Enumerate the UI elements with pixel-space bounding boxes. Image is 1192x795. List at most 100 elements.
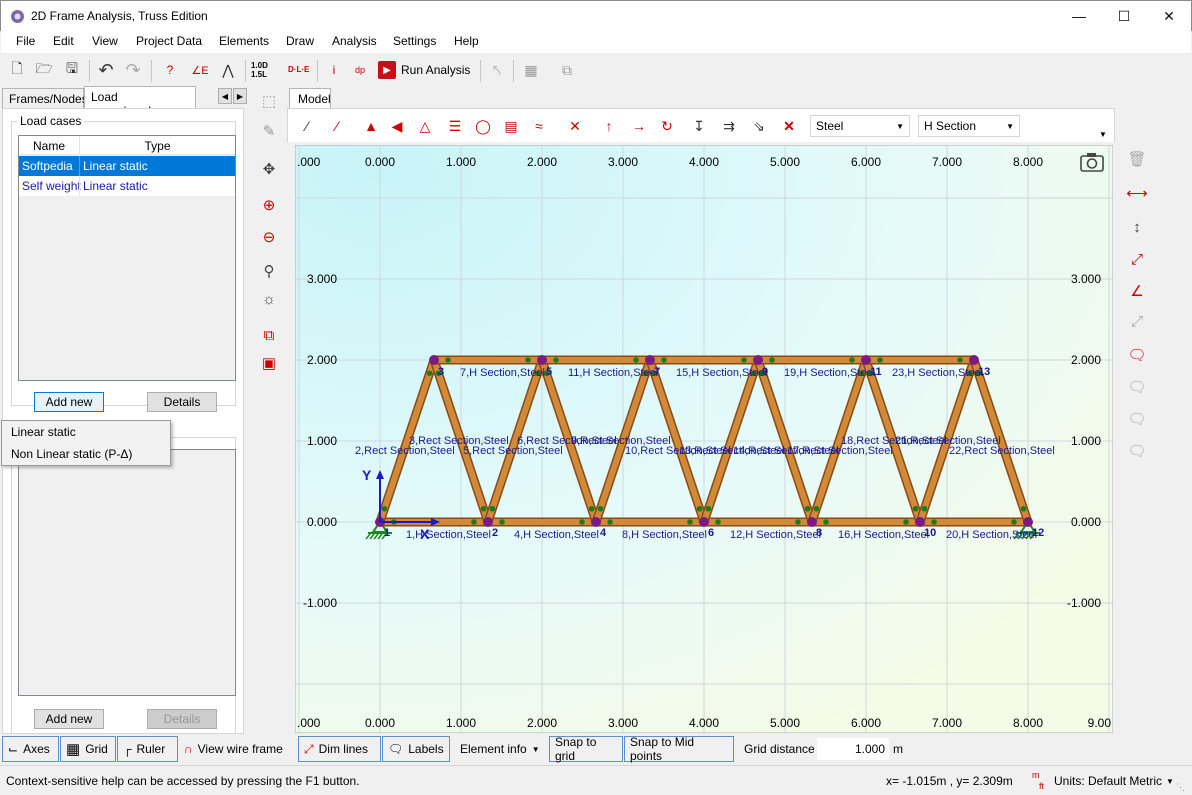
note-arrow-icon[interactable]: 🗨 xyxy=(1126,440,1148,462)
labels-toggle[interactable]: 🗨 Labels xyxy=(382,736,450,762)
trash-icon[interactable]: 🗑 xyxy=(1126,148,1148,170)
wall-support-icon[interactable]: ◀ xyxy=(386,115,408,137)
pin-support-icon[interactable]: ▲ xyxy=(360,115,382,137)
dim-angle-icon[interactable]: ∠ xyxy=(1126,280,1148,302)
note-text-icon[interactable]: 🗨 xyxy=(1126,376,1148,398)
axial-load-icon[interactable]: → xyxy=(628,115,650,137)
fixed-support-icon[interactable]: ☰ xyxy=(444,115,466,137)
run-analysis-label: Run Analysis xyxy=(401,63,471,77)
table-icon[interactable]: ▦ xyxy=(520,59,542,81)
dim-vertical-icon[interactable]: ↕ xyxy=(1126,216,1148,238)
load-case-details-button[interactable]: Details xyxy=(147,392,217,412)
menu-analysis[interactable]: Analysis xyxy=(332,34,377,48)
deformed-shape-icon[interactable]: ⤣ xyxy=(486,59,508,81)
moment-load-icon[interactable]: ↻ xyxy=(656,115,678,137)
snap-grid-toggle[interactable]: Snap to grid xyxy=(549,735,623,763)
member-end-marker xyxy=(1011,519,1017,525)
zoom-window-icon[interactable]: ⚲ xyxy=(258,260,280,282)
menu-file[interactable]: File xyxy=(16,34,35,48)
col-name[interactable]: Name xyxy=(19,139,79,153)
copy-view-icon[interactable]: ⧉ xyxy=(258,324,280,346)
export-icon[interactable]: ▣ xyxy=(258,352,280,374)
section-icon[interactable]: ⋀ xyxy=(217,59,239,81)
menu-project-data[interactable]: Project Data xyxy=(136,34,202,48)
grid-distance-label: Grid distance xyxy=(744,742,815,756)
zoom-extents-icon[interactable]: ☼ xyxy=(258,288,280,310)
axial-distributed-icon[interactable]: ⇉ xyxy=(718,115,740,137)
dim-lines-toggle[interactable]: ⤢ Dim lines xyxy=(298,736,381,762)
axes-toggle[interactable]: ⌙ Axes xyxy=(2,736,59,762)
material-select[interactable]: Steel ▼ xyxy=(810,115,910,137)
minimize-icon[interactable]: — xyxy=(1056,1,1102,31)
open-folder-icon[interactable]: 🗁 xyxy=(33,59,55,81)
table-row[interactable]: Softpedia Linear static xyxy=(19,156,235,176)
save-icon[interactable]: 🖫 xyxy=(61,59,83,81)
dim-horizontal-icon[interactable]: ⟷ xyxy=(1126,182,1148,204)
point-load-icon[interactable]: ↑ xyxy=(598,115,620,137)
toolbar-overflow-icon[interactable]: ▼ xyxy=(1099,130,1107,139)
distributed-load-icon[interactable]: ↧ xyxy=(688,115,710,137)
load-factor-icon[interactable]: 1.0D 1.5L xyxy=(251,61,268,79)
section-select[interactable]: H Section ▼ xyxy=(918,115,1020,137)
edit-icon[interactable]: ✎ xyxy=(258,120,280,142)
inclined-load-icon[interactable]: ⇘ xyxy=(748,115,770,137)
delete-load-icon[interactable]: ✕ xyxy=(778,115,800,137)
info-icon[interactable]: i xyxy=(323,59,345,81)
col-type[interactable]: Type xyxy=(80,139,235,153)
menu-elements[interactable]: Elements xyxy=(219,34,269,48)
menu-edit[interactable]: Edit xyxy=(53,34,74,48)
tab-load-cases[interactable]: Load cases/combos xyxy=(84,86,196,118)
tab-frames-nodes[interactable]: Frames/Nodes xyxy=(2,88,88,108)
menu-item-linear-static[interactable]: Linear static xyxy=(11,425,76,439)
snap-mid-toggle[interactable]: Snap to Mid points xyxy=(624,735,734,763)
element-info-dropdown[interactable]: Element info ▼ xyxy=(455,736,547,762)
dim-edit-icon[interactable]: ⤢ xyxy=(1126,310,1148,332)
spring-support-icon[interactable]: ≈ xyxy=(528,115,550,137)
note-leader-icon[interactable]: 🗨 xyxy=(1126,408,1148,430)
resize-grip-icon[interactable]: ⋱ xyxy=(1176,782,1188,794)
wall-fixed-icon[interactable]: ▤ xyxy=(500,115,522,137)
menu-draw[interactable]: Draw xyxy=(286,34,314,48)
add-load-case-button[interactable]: Add new xyxy=(34,392,104,412)
dim-aligned-icon[interactable]: ⤢ xyxy=(1126,248,1148,270)
close-icon[interactable]: ✕ xyxy=(1146,1,1192,31)
menu-item-nonlinear-static[interactable]: Non Linear static (P-Δ) xyxy=(11,447,132,461)
undo-icon[interactable]: ↶ xyxy=(95,59,117,81)
model-canvas[interactable]: 0.0000.0001.0001.0002.0002.0003.0003.000… xyxy=(295,145,1113,733)
roller-support-icon[interactable]: △ xyxy=(414,115,436,137)
x-tick-bottom: 8.000 xyxy=(1013,716,1043,730)
zoom-out-icon[interactable]: ⊖ xyxy=(258,226,280,248)
menu-settings[interactable]: Settings xyxy=(393,34,436,48)
zoom-in-icon[interactable]: ⊕ xyxy=(258,194,280,216)
table-row[interactable]: Self weight Linear static xyxy=(19,176,235,196)
combo-details-button[interactable]: Details xyxy=(147,709,217,729)
wire-frame-toggle[interactable]: ∩ View wire frame xyxy=(179,736,297,762)
units-dropdown[interactable]: Units: Default Metric ▼ xyxy=(1054,774,1174,788)
draw-frame-icon[interactable]: ∕ xyxy=(296,115,318,137)
grid-distance-input[interactable]: 1.000 xyxy=(817,738,889,760)
tab-scroll-left-icon[interactable]: ◀ xyxy=(218,88,232,104)
select-icon[interactable]: ⬚ xyxy=(258,90,280,112)
report-icon[interactable]: dp xyxy=(349,59,371,81)
maximize-icon[interactable]: ☐ xyxy=(1101,1,1147,31)
copy-icon[interactable]: ⧉ xyxy=(556,59,578,81)
run-analysis-button[interactable]: ▶ Run Analysis xyxy=(378,58,476,82)
tab-model[interactable]: Model xyxy=(289,88,331,108)
hinge-support-icon[interactable]: ◯ xyxy=(472,115,494,137)
menu-help[interactable]: Help xyxy=(454,34,479,48)
help-book-icon[interactable]: ? xyxy=(159,59,181,81)
add-note-icon[interactable]: 🗨 xyxy=(1126,344,1148,366)
draw-member-icon[interactable]: ∕ xyxy=(326,115,348,137)
add-combo-button[interactable]: Add new xyxy=(34,709,104,729)
new-file-icon[interactable]: 🗋 xyxy=(6,59,28,81)
menu-view[interactable]: View xyxy=(92,34,118,48)
grid-toggle[interactable]: ▦ Grid xyxy=(60,736,116,762)
ruler-toggle[interactable]: ┌ Ruler xyxy=(117,736,178,762)
tab-scroll-right-icon[interactable]: ▶ xyxy=(233,88,247,104)
modulus-icon[interactable]: ∠E xyxy=(189,59,211,81)
combo-icon[interactable]: D·L·E xyxy=(288,65,309,74)
pan-icon[interactable]: ✥ xyxy=(258,158,280,180)
delete-support-icon[interactable]: ✕ xyxy=(564,115,586,137)
redo-icon[interactable]: ↷ xyxy=(122,59,144,81)
dim-lines-icon: ⤢ xyxy=(304,741,314,756)
